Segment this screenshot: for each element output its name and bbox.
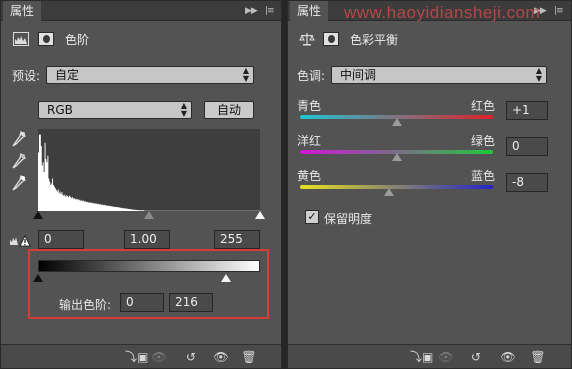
tone-label: 色调: xyxy=(297,69,326,83)
select-arrows-icon: ▲ ▼ xyxy=(180,101,187,118)
red-label: 红色 xyxy=(471,99,496,113)
levels-adjustment-icon xyxy=(13,32,29,46)
reset-icon[interactable]: ↺ xyxy=(183,349,199,365)
panel-menu-icon[interactable]: |≡ xyxy=(554,4,564,18)
input-black-field[interactable]: 0 xyxy=(38,230,84,249)
mask-icon[interactable] xyxy=(38,32,54,46)
select-arrows-icon: ▲ ▼ xyxy=(242,66,249,83)
green-label: 绿色 xyxy=(471,134,496,148)
gray-point-eyedropper-icon[interactable] xyxy=(12,153,26,169)
levels-panel: 属性 ▶▶ |≡ 色阶 预设: 自定 ▲ ▼ RGB ▲ ▼ 自动 0 1.00 2… xyxy=(0,0,282,369)
tone-select[interactable]: 中间调 ▲ ▼ xyxy=(331,66,547,84)
yellow-blue-slider-thumb[interactable] xyxy=(383,188,394,196)
preset-label: 预设: xyxy=(12,69,41,83)
mask-icon[interactable] xyxy=(323,32,339,46)
cyan-label: 青色 xyxy=(297,99,322,113)
magenta-label: 洋红 xyxy=(297,134,322,148)
panel-menu-icon[interactable]: |≡ xyxy=(265,4,275,18)
yellow-blue-slider-track[interactable] xyxy=(300,185,493,189)
tab-properties-levels[interactable]: 属性 xyxy=(3,1,42,21)
preserve-luminosity-checkbox[interactable]: ✓ xyxy=(305,210,319,224)
clip-to-layer-icon[interactable]: ⤵▣ xyxy=(410,349,433,365)
output-black-slider[interactable] xyxy=(33,274,43,282)
delete-icon[interactable]: 🗑 xyxy=(530,349,546,365)
view-previous-state-icon[interactable]: 👁 xyxy=(151,349,167,365)
tab-properties-color-balance[interactable]: 属性 xyxy=(290,1,329,21)
cyan-red-value-field[interactable]: +1 xyxy=(506,101,548,120)
panel-title: 色阶 xyxy=(65,33,90,47)
color-balance-adjustment-icon xyxy=(299,33,315,46)
watermark: www.haoyidiansheji.com xyxy=(344,3,541,22)
toggle-visibility-icon[interactable]: 👁 xyxy=(213,349,229,365)
yellow-label: 黄色 xyxy=(297,169,322,183)
toggle-visibility-icon[interactable]: 👁 xyxy=(500,349,516,365)
input-white-field[interactable]: 255 xyxy=(214,230,260,249)
view-previous-state-icon[interactable]: 👁 xyxy=(438,349,454,365)
color-balance-footer-toolbar: ⤵▣ 👁 ↺ 👁 🗑 xyxy=(288,344,571,368)
clipping-warning-icon[interactable] xyxy=(9,233,31,247)
color-balance-panel: 属性 ▶▶ |≡ www.haoyidiansheji.com 色彩平衡 色调:… xyxy=(287,0,572,369)
magenta-green-value-field[interactable]: 0 xyxy=(506,137,548,156)
output-gradient-bar xyxy=(38,260,260,272)
auto-button[interactable]: 自动 xyxy=(204,101,254,119)
cyan-red-slider-thumb[interactable] xyxy=(392,118,403,126)
levels-footer-toolbar: ⤵▣ 👁 ↺ 👁 🗑 xyxy=(1,344,281,368)
channel-value: RGB xyxy=(47,103,73,117)
select-arrows-icon: ▲ ▼ xyxy=(535,66,542,83)
input-black-slider[interactable] xyxy=(33,211,43,219)
clip-to-layer-icon[interactable]: ⤵▣ xyxy=(125,349,148,365)
levels-tab-bar: 属性 ▶▶ |≡ xyxy=(1,1,281,21)
tone-value: 中间调 xyxy=(340,68,377,82)
preset-value: 自定 xyxy=(55,68,80,82)
channel-select[interactable]: RGB ▲ ▼ xyxy=(38,101,192,119)
preset-select[interactable]: 自定 ▲ ▼ xyxy=(46,66,254,84)
histogram xyxy=(38,129,260,211)
blue-label: 蓝色 xyxy=(471,169,496,183)
panel-title: 色彩平衡 xyxy=(350,33,399,47)
preserve-luminosity-label: 保留明度 xyxy=(324,212,373,226)
input-white-slider[interactable] xyxy=(255,211,265,219)
magenta-green-slider-thumb[interactable] xyxy=(391,153,402,161)
collapse-icon[interactable]: ▶▶ xyxy=(245,4,258,18)
white-point-eyedropper-icon[interactable] xyxy=(12,175,26,191)
output-white-slider[interactable] xyxy=(221,274,232,282)
reset-icon[interactable]: ↺ xyxy=(468,349,484,365)
yellow-blue-value-field[interactable]: -8 xyxy=(506,173,548,192)
black-point-eyedropper-icon[interactable] xyxy=(12,131,26,147)
output-white-field[interactable]: 216 xyxy=(169,293,213,312)
delete-icon[interactable]: 🗑 xyxy=(241,349,257,365)
input-gamma-field[interactable]: 1.00 xyxy=(124,230,170,249)
output-black-field[interactable]: 0 xyxy=(120,293,164,312)
input-gamma-slider[interactable] xyxy=(144,211,154,219)
output-levels-label: 输出色阶: xyxy=(59,298,112,312)
